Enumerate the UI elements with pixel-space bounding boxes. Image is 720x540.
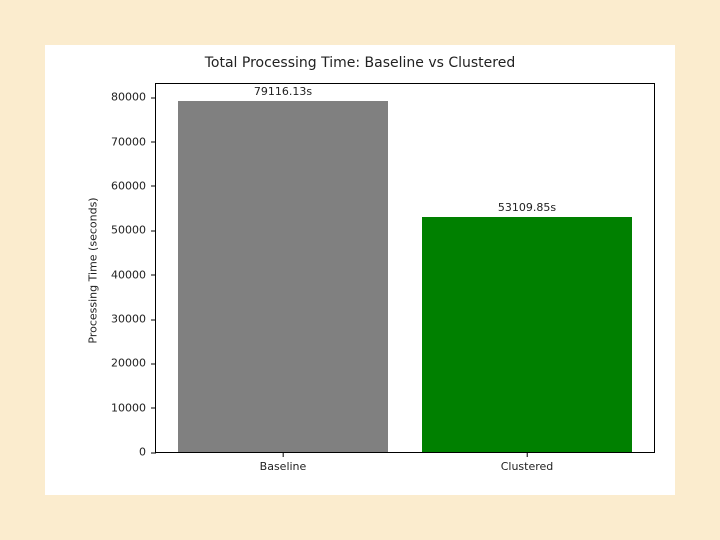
bar-clustered: 53109.85s (422, 217, 631, 452)
y-tick: 40000 (111, 268, 156, 281)
bar-value-label: 53109.85s (498, 201, 556, 214)
y-tick: 80000 (111, 91, 156, 104)
y-axis-label: Processing Time (seconds) (87, 197, 100, 343)
plot-area: 0100002000030000400005000060000700008000… (155, 83, 655, 453)
x-tick: Clustered (501, 452, 554, 473)
chart-card: Total Processing Time: Baseline vs Clust… (45, 45, 675, 495)
y-tick: 10000 (111, 401, 156, 414)
y-tick: 30000 (111, 313, 156, 326)
bar-baseline: 79116.13s (178, 101, 387, 452)
y-tick: 60000 (111, 179, 156, 192)
x-tick: Baseline (260, 452, 307, 473)
bar-value-label: 79116.13s (254, 85, 312, 98)
y-tick: 50000 (111, 224, 156, 237)
y-axis-label-container: Processing Time (seconds) (85, 45, 101, 495)
chart-title: Total Processing Time: Baseline vs Clust… (45, 55, 675, 71)
y-tick: 0 (139, 446, 156, 459)
y-tick: 70000 (111, 135, 156, 148)
y-tick: 20000 (111, 357, 156, 370)
